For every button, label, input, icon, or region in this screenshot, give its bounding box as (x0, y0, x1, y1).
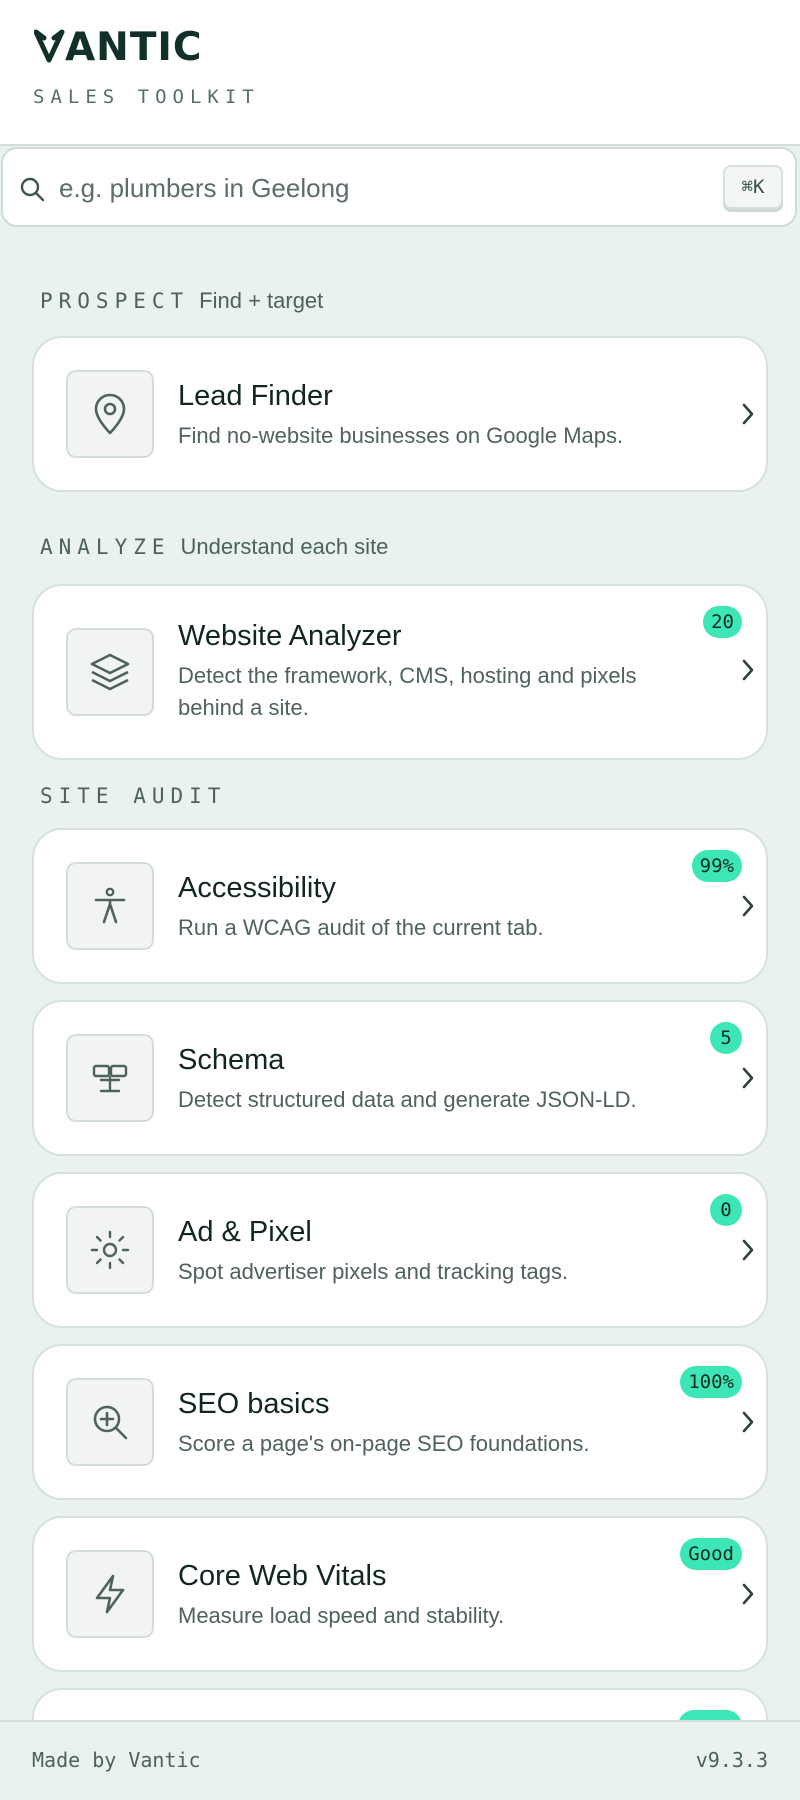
tool-description: Run a WCAG audit of the current tab. (178, 915, 544, 940)
status-badge: Good (680, 1538, 742, 1570)
tool-title: SEO basics (178, 1388, 330, 1420)
tool-description: Spot advertiser pixels and tracking tags… (178, 1259, 569, 1284)
footer-credit: Made by Vantic (32, 1748, 201, 1772)
section-subtitle: Understand each site (180, 534, 389, 559)
tool-description: Measure load speed and stability. (178, 1603, 505, 1628)
app-header: ANTIC SALES TOOLKIT (0, 0, 800, 146)
zoom-in-icon (66, 1378, 154, 1466)
status-badge: 0 (710, 1194, 742, 1226)
section-header-prospect: PROSPECT Find + target (40, 288, 323, 314)
tool-title: Lead Finder (178, 380, 333, 412)
tool-title: Core Web Vitals (178, 1560, 387, 1592)
tool-card-lead-finder[interactable]: Lead Finder Find no-website businesses o… (32, 336, 768, 492)
tool-description: Detect structured data and generate JSON… (178, 1087, 637, 1112)
chevron-right-icon (740, 1582, 756, 1611)
tool-card-core-web-vitals[interactable]: Core Web Vitals Measure load speed and s… (32, 1516, 768, 1672)
tool-description: Detect the framework, CMS, hosting and p… (178, 663, 637, 720)
tool-description: Find no-website businesses on Google Map… (178, 423, 624, 448)
tool-description: Score a page's on-page SEO foundations. (178, 1431, 590, 1456)
svg-text:ANTIC: ANTIC (65, 26, 203, 66)
chevron-right-icon (740, 1066, 756, 1095)
status-badge: 20 (703, 606, 742, 638)
tool-card-schema[interactable]: Schema Detect structured data and genera… (32, 1000, 768, 1156)
search-input[interactable] (57, 167, 701, 209)
tool-card-website-analyzer[interactable]: Website Analyzer Detect the framework, C… (32, 584, 768, 760)
chevron-right-icon (740, 1238, 756, 1267)
tool-title: Ad & Pixel (178, 1216, 312, 1248)
tool-card-seo-basics[interactable]: SEO basics Score a page's on-page SEO fo… (32, 1344, 768, 1500)
chevron-right-icon (740, 1410, 756, 1439)
section-header-analyze: ANALYZE Understand each site (40, 534, 388, 560)
layers-icon (66, 628, 154, 716)
brand-tagline: SALES TOOLKIT (33, 86, 260, 108)
sun-icon (66, 1206, 154, 1294)
tool-card-accessibility[interactable]: Accessibility Run a WCAG audit of the cu… (32, 828, 768, 984)
section-title: SITE AUDIT (40, 784, 227, 808)
chevron-right-icon (740, 894, 756, 923)
section-title: ANALYZE (40, 535, 171, 559)
brand-logo: ANTIC (33, 25, 204, 71)
status-badge: 5 (710, 1022, 742, 1054)
search-icon (19, 176, 45, 207)
section-title: PROSPECT (40, 289, 190, 313)
tool-title: Website Analyzer (178, 620, 402, 652)
tool-title: Schema (178, 1044, 285, 1076)
version-label: v9.3.3 (695, 1748, 768, 1772)
lightning-icon (66, 1550, 154, 1638)
footer: Made by Vantic v9.3.3 (0, 1720, 800, 1800)
schema-icon (66, 1034, 154, 1122)
status-badge: 100% (680, 1366, 742, 1398)
shortcut-key-hint: ⌘K (723, 165, 783, 209)
status-badge: 99% (691, 850, 742, 882)
section-subtitle: Find + target (199, 288, 324, 313)
chevron-right-icon (740, 402, 756, 431)
tool-card-ad-pixel[interactable]: Ad & Pixel Spot advertiser pixels and tr… (32, 1172, 768, 1328)
chevron-right-icon (740, 658, 756, 687)
map-pin-icon (66, 370, 154, 458)
section-header-site-audit: SITE AUDIT (40, 784, 236, 808)
tool-title: Accessibility (178, 872, 336, 904)
search-bar[interactable]: ⌘K (1, 147, 797, 227)
accessibility-icon (66, 862, 154, 950)
